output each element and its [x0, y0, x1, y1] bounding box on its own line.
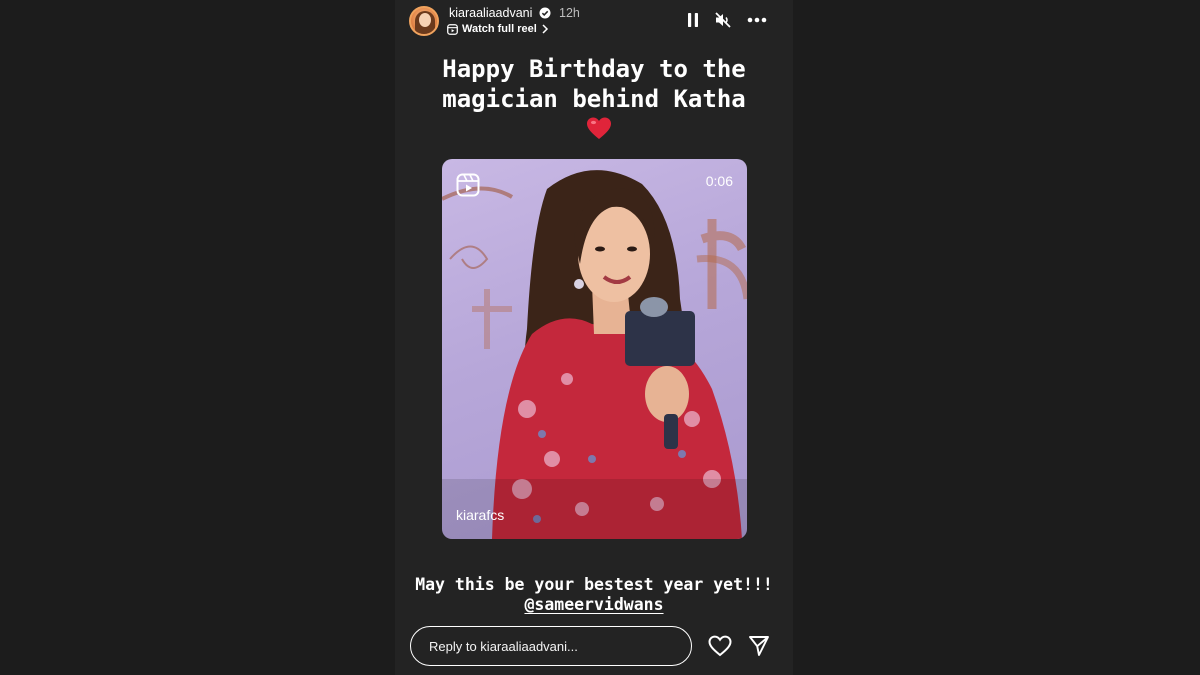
reel-icon — [456, 173, 480, 197]
avatar-face — [419, 13, 431, 27]
reply-placeholder: Reply to kiaraaliaadvani... — [429, 638, 578, 654]
reel-icon — [447, 23, 458, 35]
reel-duration: 0:06 — [705, 173, 733, 189]
reel-creator[interactable]: kiarafcs — [456, 507, 504, 523]
mention-link[interactable]: @sameervidwans — [524, 595, 663, 615]
story-caption: Happy Birthday to the magician behind Ka… — [395, 54, 793, 114]
chevron-right-icon — [542, 24, 548, 34]
mute-button[interactable] — [713, 10, 733, 30]
post-time: 12h — [559, 6, 580, 20]
more-options-button[interactable] — [747, 10, 767, 30]
profile-avatar[interactable] — [409, 6, 439, 36]
like-button[interactable] — [707, 633, 733, 659]
embedded-reel[interactable]: 0:06 kiarafcs — [442, 159, 747, 539]
caption-line-2: magician behind Katha — [442, 85, 746, 113]
bottom-caption-line: May this be your bestest year yet!!! — [415, 575, 773, 594]
username-link[interactable]: kiaraaliaadvani — [449, 6, 532, 20]
caption-line-1: Happy Birthday to the — [442, 55, 746, 83]
pause-button[interactable] — [683, 10, 703, 30]
pause-icon — [688, 13, 698, 27]
red-heart-emoji — [587, 117, 611, 139]
watch-full-reel-link[interactable]: Watch full reel — [447, 23, 549, 35]
story-viewer[interactable]: kiaraaliaadvani 12h Watch full reel Happ… — [395, 0, 793, 675]
reply-input[interactable]: Reply to kiaraaliaadvani... — [410, 626, 692, 666]
reel-video-frame — [442, 170, 747, 539]
heart-outline-icon — [708, 635, 732, 657]
verified-badge-icon — [539, 7, 551, 19]
send-icon — [749, 636, 769, 656]
more-options-icon — [747, 17, 767, 23]
speaker-muted-icon — [715, 12, 731, 28]
story-bottom-caption: May this be your bestest year yet!!! @sa… — [395, 575, 793, 615]
share-button[interactable] — [746, 633, 772, 659]
watch-full-reel-label: Watch full reel — [462, 23, 537, 35]
page: kiaraaliaadvani 12h Watch full reel Happ… — [0, 0, 1200, 675]
